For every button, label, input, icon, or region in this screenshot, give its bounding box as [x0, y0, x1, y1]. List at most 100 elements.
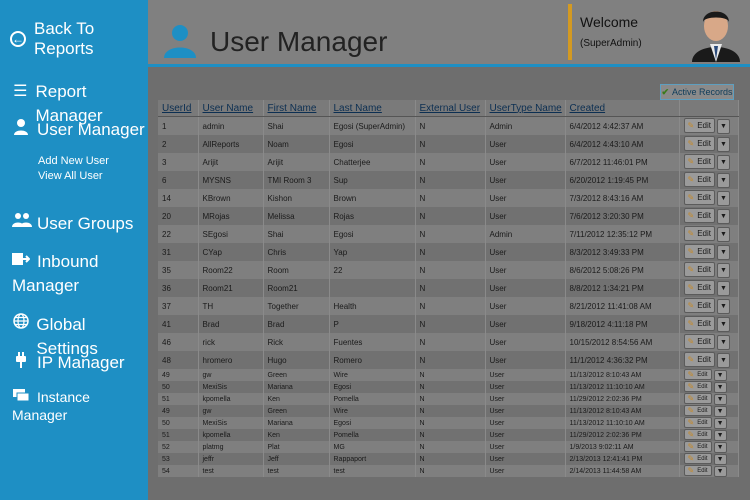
edit-button[interactable]: ✎ Edit [683, 280, 715, 295]
cell-actions: ✎ Edit ▼ [679, 351, 739, 369]
edit-button[interactable]: ✎ Edit [683, 262, 715, 277]
edit-button[interactable]: ✎ Edit [683, 298, 715, 313]
row-actions-dropdown-button[interactable]: ▼ [717, 263, 730, 278]
row-actions-dropdown-button[interactable]: ▼ [713, 466, 727, 477]
edit-button[interactable]: ✎ Edit [683, 136, 715, 151]
sidebar-sub-view-all-user[interactable]: View All User [38, 169, 103, 184]
row-actions-dropdown-button[interactable]: ▼ [713, 406, 727, 417]
cell-firstname: Chris [263, 243, 330, 261]
cell-userid: 22 [158, 225, 199, 243]
row-actions-dropdown-button[interactable]: ▼ [717, 281, 730, 296]
sidebar-item-instance-manager[interactable]: Instance Manager [12, 388, 90, 424]
edit-button[interactable]: ✎ Edit [683, 465, 712, 476]
sidebar-item-user-groups[interactable]: User Groups [12, 212, 133, 236]
cell-actions: ✎ Edit ▼ [679, 225, 739, 243]
chevron-down-icon: ▼ [720, 357, 727, 364]
sidebar-item-inbound-manager[interactable]: Inbound Manager [12, 250, 98, 298]
edit-button[interactable]: ✎ Edit [683, 334, 715, 349]
cell-userid: 41 [158, 315, 199, 333]
table-row: 46 rick Rick Fuentes N User 10/15/2012 8:54:56… [158, 333, 739, 351]
row-actions-dropdown-button[interactable]: ▼ [717, 137, 730, 152]
cell-userid: 53 [158, 453, 199, 465]
cell-usertype: User [485, 315, 566, 333]
edit-button[interactable]: ✎ Edit [683, 393, 712, 404]
pencil-icon: ✎ [687, 247, 695, 256]
edit-button[interactable]: ✎ Edit [683, 381, 712, 392]
cell-usertype: User [485, 417, 566, 429]
row-actions-dropdown-button[interactable]: ▼ [717, 155, 730, 170]
row-actions-dropdown-button[interactable]: ▼ [717, 119, 730, 134]
edit-button[interactable]: ✎ Edit [683, 208, 715, 223]
row-actions-dropdown-button[interactable]: ▼ [713, 442, 727, 453]
col-header-usertype[interactable]: UserType Name [485, 100, 566, 117]
pencil-icon: ✎ [687, 139, 695, 148]
row-actions-dropdown-button[interactable]: ▼ [713, 418, 727, 429]
row-actions-dropdown-button[interactable]: ▼ [713, 454, 727, 465]
row-actions-dropdown-button[interactable]: ▼ [713, 382, 727, 393]
active-records-button[interactable]: ✔ Active Records [660, 84, 734, 100]
sidebar-sub-add-new-user[interactable]: Add New User [38, 154, 109, 169]
col-header-userid[interactable]: UserId [158, 100, 199, 117]
cell-lastname: Brown [329, 189, 416, 207]
cell-username: Room22 [198, 261, 264, 279]
row-actions-dropdown-button[interactable]: ▼ [717, 209, 730, 224]
edit-button[interactable]: ✎ Edit [683, 405, 712, 416]
edit-button[interactable]: ✎ Edit [683, 226, 715, 241]
sidebar-item-ip-manager[interactable]: IP Manager [12, 351, 125, 377]
cell-external: N [415, 135, 486, 153]
edit-button[interactable]: ✎ Edit [683, 429, 712, 440]
row-actions-dropdown-button[interactable]: ▼ [717, 299, 730, 314]
row-actions-dropdown-button[interactable]: ▼ [713, 394, 727, 405]
row-actions-dropdown-button[interactable]: ▼ [717, 335, 730, 350]
row-actions-dropdown-button[interactable]: ▼ [717, 317, 730, 332]
chevron-down-icon: ▼ [716, 408, 724, 415]
sidebar-item-user-manager[interactable]: User Manager [12, 118, 145, 144]
cell-external: N [415, 417, 486, 429]
cell-username: jeffr [198, 453, 264, 465]
edit-button[interactable]: ✎ Edit [683, 369, 712, 380]
cell-userid: 54 [158, 465, 199, 477]
row-actions-dropdown-button[interactable]: ▼ [717, 191, 730, 206]
edit-button[interactable]: ✎ Edit [683, 441, 712, 452]
edit-button[interactable]: ✎ Edit [683, 118, 715, 133]
table-row: 1 admin Shai Egosi (SuperAdmin) N Admin 6/4/20… [158, 116, 739, 135]
col-header-username[interactable]: User Name [198, 100, 264, 117]
row-actions-dropdown-button[interactable]: ▼ [717, 353, 730, 368]
edit-label: Edit [697, 121, 711, 130]
row-actions-dropdown-button[interactable]: ▼ [717, 245, 730, 260]
back-to-reports-label: Back To Reports [34, 19, 95, 58]
row-actions-dropdown-button[interactable]: ▼ [713, 370, 727, 381]
edit-button[interactable]: ✎ Edit [683, 190, 715, 205]
cell-created: 11/13/2012 8:10:43 AM [565, 405, 680, 417]
edit-button[interactable]: ✎ Edit [683, 453, 712, 464]
col-header-created[interactable]: Created [565, 100, 680, 117]
edit-button[interactable]: ✎ Edit [683, 154, 715, 169]
col-header-firstname[interactable]: First Name [263, 100, 330, 117]
cell-firstname: Kishon [263, 189, 330, 207]
edit-button[interactable]: ✎ Edit [683, 172, 715, 187]
cell-firstname: Together [263, 297, 330, 315]
cell-firstname: Room21 [263, 279, 330, 297]
pencil-icon: ✎ [687, 319, 695, 328]
row-actions-dropdown-button[interactable]: ▼ [713, 430, 727, 441]
cell-usertype: User [485, 453, 566, 465]
row-actions-dropdown-button[interactable]: ▼ [717, 227, 730, 242]
edit-label: Edit [697, 229, 711, 238]
cell-actions: ✎ Edit ▼ [679, 243, 739, 261]
col-header-external[interactable]: External User [415, 100, 486, 117]
edit-button[interactable]: ✎ Edit [683, 417, 712, 428]
row-actions-dropdown-button[interactable]: ▼ [717, 173, 730, 188]
edit-button[interactable]: ✎ Edit [683, 352, 715, 367]
cell-userid: 36 [158, 279, 199, 297]
cell-external: N [415, 429, 486, 441]
chevron-down-icon: ▼ [716, 468, 724, 475]
edit-button[interactable]: ✎ Edit [683, 316, 715, 331]
avatar[interactable] [688, 2, 744, 62]
edit-button[interactable]: ✎ Edit [683, 244, 715, 259]
cell-usertype: User [485, 297, 566, 315]
cell-lastname [329, 279, 416, 297]
table-row: 2 AllReports Noam Egosi N User 6/4/2012 4:43:1… [158, 135, 739, 153]
back-to-reports-link[interactable]: ← Back To Reports [10, 19, 148, 59]
col-header-lastname[interactable]: Last Name [329, 100, 416, 117]
cell-usertype: User [485, 465, 566, 477]
